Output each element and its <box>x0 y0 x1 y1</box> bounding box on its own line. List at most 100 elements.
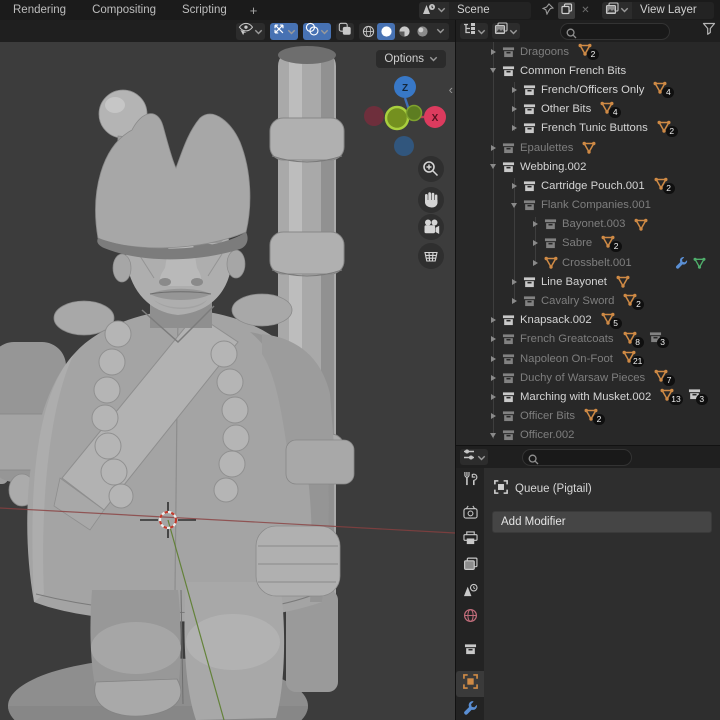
gizmo-y[interactable] <box>405 104 423 122</box>
expand-arrow-icon[interactable] <box>507 106 521 113</box>
expand-arrow-icon[interactable] <box>507 125 521 132</box>
collection-icon[interactable] <box>500 391 517 403</box>
outliner-row[interactable]: Flank Companies.001 <box>456 196 720 215</box>
outliner-item-label[interactable]: Epaulettes <box>520 142 573 154</box>
expand-arrow-icon[interactable] <box>528 221 542 228</box>
collection-icon[interactable] <box>500 65 517 77</box>
collection-icon[interactable] <box>521 122 538 134</box>
properties-editor-type-button[interactable] <box>460 449 488 465</box>
collection-icon[interactable] <box>500 429 517 441</box>
new-scene-button[interactable] <box>558 1 575 19</box>
collection-icon[interactable] <box>500 333 517 345</box>
scene-properties-tab[interactable] <box>456 579 484 605</box>
workspace-tab-rendering[interactable]: Rendering <box>0 0 79 20</box>
world-properties-tab[interactable] <box>456 605 484 631</box>
panel-divider[interactable] <box>456 445 720 446</box>
solid-shading-button[interactable] <box>377 22 395 40</box>
collapse-arrow-icon[interactable] <box>486 164 500 170</box>
outliner-item-label[interactable]: French/Officers Only <box>541 84 644 96</box>
scene-selector[interactable]: Scene <box>419 1 531 19</box>
outliner-row[interactable]: Dragoons 2 <box>456 42 720 61</box>
material-preview-shading-button[interactable] <box>395 23 413 40</box>
orthographic-grid-button[interactable] <box>418 243 444 269</box>
expand-arrow-icon[interactable] <box>528 240 542 247</box>
outliner-row[interactable]: Officer Bits 2 <box>456 407 720 426</box>
show-overlays-button[interactable] <box>303 22 331 40</box>
modifier-properties-tab[interactable] <box>456 697 484 720</box>
view-layer-name[interactable]: View Layer <box>632 1 714 19</box>
view-layer-selector[interactable]: View Layer <box>602 1 714 19</box>
properties-search-input[interactable] <box>523 450 631 464</box>
outliner-row[interactable]: French Greatcoats 8 3 <box>456 330 720 349</box>
outliner-row[interactable]: Cavalry Sword 2 <box>456 291 720 310</box>
gizmo-minus-x[interactable] <box>364 106 384 126</box>
caret-down-icon[interactable] <box>254 22 263 40</box>
outliner-row[interactable]: French/Officers Only 4 <box>456 80 720 99</box>
options-dropdown[interactable]: Options <box>376 50 446 68</box>
outliner-item-label[interactable]: Officer Bits <box>520 410 575 422</box>
collection-icon[interactable] <box>521 199 538 211</box>
shading-dropdown-icon[interactable] <box>431 23 449 40</box>
collection-icon[interactable] <box>542 218 559 230</box>
outliner-row[interactable]: Duchy of Warsaw Pieces 7 <box>456 368 720 387</box>
show-gizmo-button[interactable] <box>270 22 298 40</box>
outliner-row[interactable]: French Tunic Buttons 2 <box>456 119 720 138</box>
collapse-arrow-icon[interactable] <box>507 202 521 208</box>
expand-arrow-icon[interactable] <box>486 413 500 420</box>
collection-icon[interactable] <box>521 180 538 192</box>
expand-arrow-icon[interactable] <box>507 278 521 285</box>
outliner-item-label[interactable]: Other Bits <box>541 103 591 115</box>
outliner-row[interactable]: Epaulettes <box>456 138 720 157</box>
expand-arrow-icon[interactable] <box>486 355 500 362</box>
outliner-item-label[interactable]: Marching with Musket.002 <box>520 391 651 403</box>
outliner-item-label[interactable]: Flank Companies.001 <box>541 199 651 211</box>
collection-icon[interactable] <box>500 314 517 326</box>
object-type-visibility-button[interactable] <box>236 22 265 40</box>
outliner-row[interactable]: Webbing.002 <box>456 157 720 176</box>
outliner-item-label[interactable]: Webbing.002 <box>520 161 586 173</box>
outliner-item-label[interactable]: Cavalry Sword <box>541 295 614 307</box>
collection-icon[interactable] <box>500 142 517 154</box>
navigation-gizmo[interactable]: Z X <box>364 76 446 156</box>
outliner-display-mode-button[interactable] <box>492 22 520 39</box>
collection-icon[interactable] <box>521 276 538 288</box>
outliner-item-label[interactable]: Dragoons <box>520 46 569 58</box>
outliner-item-label[interactable]: French Tunic Buttons <box>541 122 648 134</box>
collection-icon[interactable] <box>500 372 517 384</box>
expand-arrow-icon[interactable] <box>528 259 542 266</box>
outliner-row[interactable]: Officer.002 <box>456 426 720 445</box>
outliner-search-input[interactable] <box>561 24 669 38</box>
view-layer-properties-tab[interactable] <box>456 553 484 579</box>
outliner-item-label[interactable]: Sabre <box>562 237 592 249</box>
outliner-item-label[interactable]: Knapsack.002 <box>520 314 592 326</box>
outliner-row[interactable]: Sabre 2 <box>456 234 720 253</box>
sidebar-toggle-icon[interactable]: ‹ <box>449 82 453 97</box>
outliner-row[interactable]: Knapsack.002 5 <box>456 311 720 330</box>
output-properties-tab[interactable] <box>456 527 484 553</box>
collection-icon[interactable] <box>521 295 538 307</box>
expand-arrow-icon[interactable] <box>507 182 521 189</box>
expand-arrow-icon[interactable] <box>486 144 500 151</box>
outliner-item-label[interactable]: French Greatcoats <box>520 333 614 345</box>
outliner-row[interactable]: Common French Bits <box>456 61 720 80</box>
collapse-arrow-icon[interactable] <box>486 432 500 438</box>
expand-arrow-icon[interactable] <box>486 317 500 324</box>
collection-icon[interactable] <box>500 353 517 365</box>
outliner-item-label[interactable]: Napoleon On-Foot <box>520 353 613 365</box>
pin-scene-icon[interactable] <box>539 2 556 19</box>
collection-icon[interactable] <box>542 237 559 249</box>
render-properties-tab[interactable] <box>456 501 484 527</box>
outliner-item-label[interactable]: Crossbelt.001 <box>562 257 632 269</box>
outliner-item-label[interactable]: Line Bayonet <box>541 276 607 288</box>
collection-icon[interactable] <box>500 410 517 422</box>
camera-view-button[interactable] <box>418 214 444 240</box>
breadcrumb-label[interactable]: Queue (Pigtail) <box>515 483 592 495</box>
collection-icon[interactable] <box>521 84 538 96</box>
collapse-arrow-icon[interactable] <box>486 68 500 74</box>
3d-viewport[interactable]: Z X Options ‹ <box>0 42 455 720</box>
workspace-tab-compositing[interactable]: Compositing <box>79 0 169 20</box>
caret-down-icon[interactable] <box>320 22 329 40</box>
gizmo-minus-z[interactable] <box>394 136 414 156</box>
outliner-item-label[interactable]: Common French Bits <box>520 65 626 77</box>
outliner-item-label[interactable]: Cartridge Pouch.001 <box>541 180 645 192</box>
